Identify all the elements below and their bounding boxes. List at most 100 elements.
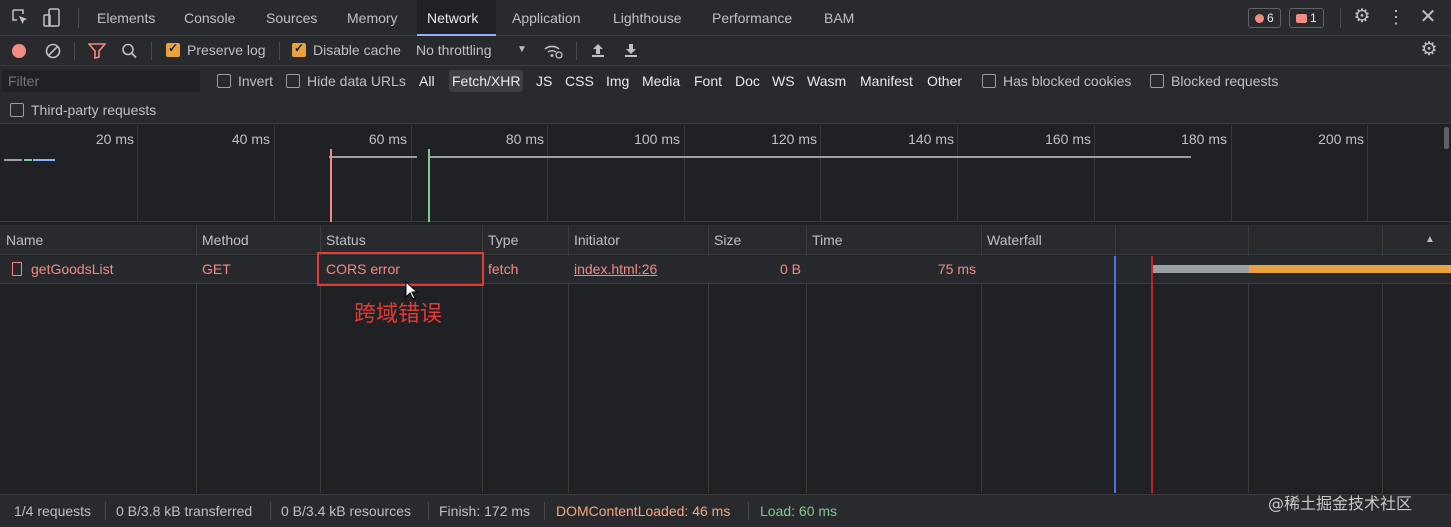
summary-divider	[748, 502, 749, 520]
error-icon	[1255, 14, 1264, 23]
third-party-label: Third-party requests	[31, 102, 157, 118]
filter-icon[interactable]	[87, 43, 107, 60]
disable-cache-checkbox[interactable]	[292, 41, 306, 57]
column-header-size[interactable]: Size	[708, 225, 806, 255]
device-toolbar-icon[interactable]	[42, 8, 62, 28]
error-count: 6	[1267, 11, 1274, 25]
load-time: Load: 60 ms	[760, 503, 838, 519]
grid-line	[547, 125, 548, 222]
issue-count: 1	[1310, 11, 1317, 25]
tab-bam[interactable]: BAM	[814, 0, 864, 36]
preserve-log-checkbox[interactable]	[166, 41, 180, 57]
request-method: GET	[202, 261, 231, 277]
network-toolbar: Preserve log Disable cache No throttling…	[0, 36, 1451, 66]
tab-application[interactable]: Application	[502, 0, 591, 36]
has-blocked-cookies-checkbox[interactable]	[982, 74, 996, 88]
tab-sources[interactable]: Sources	[256, 0, 327, 36]
error-count-badge[interactable]: 6	[1248, 8, 1281, 28]
toolbar-divider	[151, 42, 152, 60]
network-conditions-icon[interactable]	[543, 43, 563, 59]
hide-data-urls-checkbox[interactable]	[286, 74, 300, 88]
finish-time: Finish: 172 ms	[439, 503, 531, 519]
tick-label: 80 ms	[505, 131, 544, 147]
record-icon[interactable]	[11, 43, 27, 59]
filter-input[interactable]	[2, 70, 200, 92]
tab-performance[interactable]: Performance	[702, 0, 802, 36]
column-header-method[interactable]: Method	[196, 225, 320, 255]
request-initiator-link[interactable]: index.html:26	[574, 261, 657, 277]
network-summary-bar: 1/4 requests 0 B/3.8 kB transferred 0 B/…	[0, 494, 1451, 527]
cross-origin-error-annotation: 跨域错误	[354, 302, 443, 327]
dcl-marker-line	[330, 149, 332, 222]
type-filter-css[interactable]: CSS	[562, 70, 597, 92]
overview-scrollbar[interactable]	[1444, 127, 1449, 149]
type-filter-manifest[interactable]: Manifest	[857, 70, 916, 92]
clear-icon[interactable]	[45, 43, 61, 59]
network-settings-gear-icon[interactable]: ⚙	[1419, 40, 1439, 60]
column-header-status[interactable]: Status	[320, 225, 482, 255]
load-marker-line	[428, 149, 430, 222]
overview-request-bar	[4, 159, 22, 161]
grid-line	[1231, 125, 1232, 222]
type-filter-img[interactable]: Img	[603, 70, 632, 92]
settings-gear-icon[interactable]: ⚙	[1352, 7, 1372, 27]
type-filter-other[interactable]: Other	[924, 70, 965, 92]
third-party-checkbox[interactable]	[10, 103, 24, 117]
tab-network[interactable]: Network	[417, 0, 496, 36]
inspect-element-icon[interactable]	[10, 8, 30, 28]
overview-request-bar	[329, 156, 417, 158]
grid-line	[1367, 125, 1368, 222]
sort-ascending-icon[interactable]: ▲	[1424, 233, 1436, 247]
grid-line	[137, 125, 138, 222]
request-count: 1/4 requests	[14, 503, 92, 519]
close-devtools-icon[interactable]: ✕	[1418, 6, 1438, 28]
request-type: fetch	[488, 261, 519, 277]
blocked-requests-label: Blocked requests	[1171, 73, 1279, 89]
toolbar-divider	[576, 42, 577, 60]
tab-lighthouse[interactable]: Lighthouse	[603, 0, 692, 36]
type-filter-ws[interactable]: WS	[769, 70, 798, 92]
request-table: Name Method Status Type Initiator Size T…	[0, 225, 1451, 493]
type-filter-media[interactable]: Media	[639, 70, 683, 92]
disable-cache-label: Disable cache	[313, 42, 401, 58]
tab-elements[interactable]: Elements	[87, 0, 165, 36]
request-name[interactable]: getGoodsList	[31, 261, 114, 277]
search-icon[interactable]	[121, 43, 139, 59]
import-har-icon[interactable]	[590, 42, 606, 58]
column-header-waterfall[interactable]: Waterfall	[981, 225, 1451, 255]
dropdown-arrow-icon[interactable]: ▼	[516, 43, 528, 57]
invert-label: Invert	[238, 73, 274, 89]
blocked-requests-checkbox[interactable]	[1150, 74, 1164, 88]
tick-label: 140 ms	[908, 131, 954, 147]
column-header-time[interactable]: Time	[806, 225, 981, 255]
invert-checkbox[interactable]	[217, 74, 231, 88]
table-row[interactable]: getGoodsList GET CORS error fetch index.…	[0, 256, 1451, 284]
transferred-size: 0 B/3.8 kB transferred	[116, 503, 253, 519]
type-filter-all[interactable]: All	[416, 70, 438, 92]
tab-memory[interactable]: Memory	[337, 0, 408, 36]
waterfall-waiting-bar	[1152, 265, 1249, 273]
export-har-icon[interactable]	[623, 42, 639, 58]
type-filter-js[interactable]: JS	[533, 70, 555, 92]
more-options-icon[interactable]: ⋮	[1386, 7, 1406, 27]
tick-label: 180 ms	[1181, 131, 1227, 147]
overview-request-bar	[24, 159, 32, 161]
throttling-select[interactable]: No throttling	[416, 42, 491, 58]
column-header-type[interactable]: Type	[482, 225, 568, 255]
type-filter-fetch-xhr[interactable]: Fetch/XHR	[449, 70, 524, 92]
type-filter-doc[interactable]: Doc	[732, 70, 763, 92]
tick-label: 100 ms	[634, 131, 680, 147]
tab-console[interactable]: Console	[174, 0, 245, 36]
tick-label: 120 ms	[771, 131, 817, 147]
issue-icon	[1296, 14, 1307, 23]
type-filter-font[interactable]: Font	[691, 70, 725, 92]
column-header-initiator[interactable]: Initiator	[568, 225, 708, 255]
cors-error-highlight-box	[317, 252, 484, 286]
issue-count-badge[interactable]: 1	[1289, 8, 1324, 28]
overview-timeline[interactable]: 20 ms 40 ms 60 ms 80 ms 100 ms 120 ms 14…	[0, 125, 1451, 222]
grid-line	[1094, 125, 1095, 222]
column-header-name[interactable]: Name	[0, 225, 196, 255]
document-icon	[12, 262, 22, 276]
type-filter-wasm[interactable]: Wasm	[804, 70, 849, 92]
tab-divider	[1340, 8, 1341, 28]
